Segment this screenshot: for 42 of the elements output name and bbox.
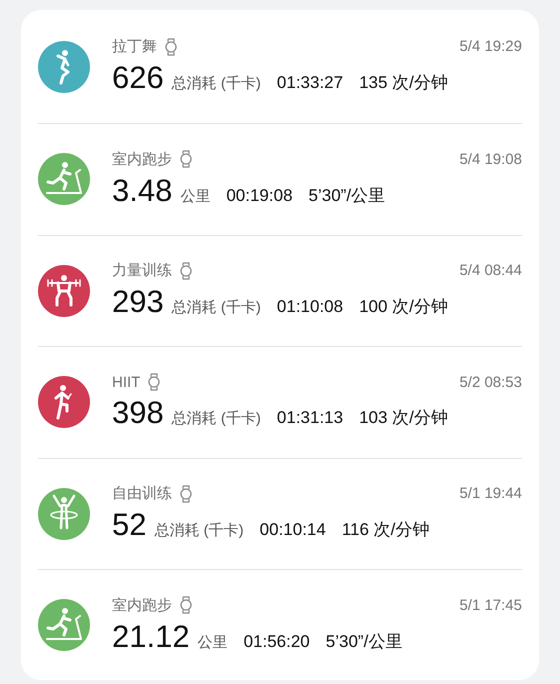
workout-rate: 116 次/分钟 (342, 519, 430, 542)
workout-name: 力量训练 (112, 261, 172, 280)
workout-rate: 100 次/分钟 (359, 296, 448, 318)
workout-rate: 5’30”/公里 (308, 184, 386, 207)
workout-duration: 00:19:08 (226, 186, 293, 206)
workout-value: 52 (112, 507, 146, 544)
watch-icon (180, 150, 192, 168)
workout-duration: 01:33:27 (276, 73, 344, 93)
workout-time: 5/2 08:53 (459, 374, 522, 391)
workout-name: 室内跑步 (112, 150, 172, 169)
workout-name: 自由训练 (112, 484, 172, 504)
workout-time: 5/1 17:45 (459, 596, 522, 614)
value-unit: 公里 (198, 632, 228, 652)
workout-rate: 103 次/分钟 (359, 407, 448, 430)
value-unit: 总消耗 (千卡) (172, 298, 261, 318)
value-unit: 总消耗 (千卡) (172, 74, 261, 93)
value-unit: 总消耗 (千卡) (172, 409, 261, 428)
workout-value: 3.48 (112, 172, 172, 209)
workout-duration: 01:10:08 (276, 297, 344, 318)
workout-value: 626 (112, 60, 164, 96)
workout-name: HIIT (112, 374, 140, 391)
workout-time: 5/1 19:44 (459, 485, 522, 502)
value-unit: 公里 (180, 186, 210, 206)
watch-icon (148, 373, 160, 392)
watch-icon (180, 262, 192, 280)
watch-icon (180, 484, 192, 503)
workout-duration: 01:31:13 (276, 408, 344, 428)
workout-value: 398 (112, 395, 164, 432)
workout-duration: 01:56:20 (244, 632, 310, 652)
workout-time: 5/4 19:29 (459, 38, 522, 55)
workout-rate: 5’30”/公里 (326, 630, 402, 653)
value-unit: 总消耗 (千卡) (154, 521, 244, 540)
workout-value: 293 (112, 284, 164, 320)
watch-icon (180, 596, 192, 614)
workout-name: 室内跑步 (112, 596, 172, 615)
watch-icon (165, 38, 177, 56)
workout-time: 5/4 08:44 (459, 262, 522, 280)
workout-time: 5/4 19:08 (459, 150, 522, 168)
workout-name: 拉丁舞 (112, 37, 157, 56)
workout-duration: 00:10:14 (260, 520, 326, 540)
workout-rate: 135 次/分钟 (359, 72, 448, 94)
workout-value: 21.12 (112, 618, 190, 655)
